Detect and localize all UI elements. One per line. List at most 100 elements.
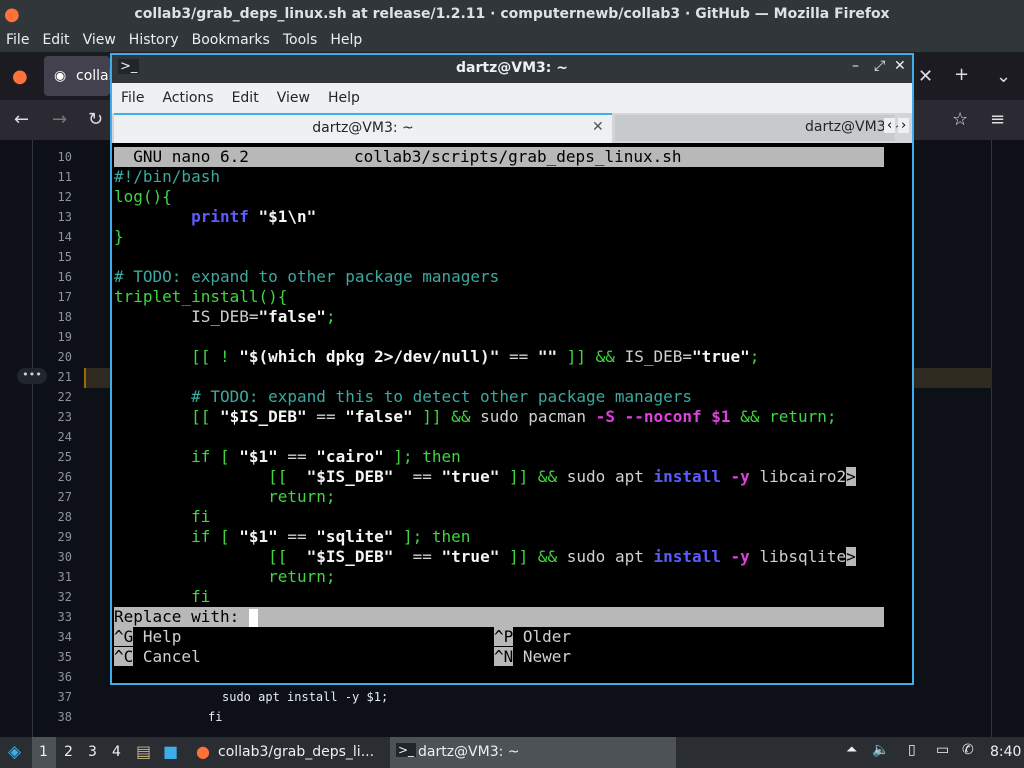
close-icon[interactable]: ✕	[894, 58, 906, 74]
shortcut-label: Cancel	[133, 647, 201, 666]
workspace-1[interactable]: 1	[39, 744, 48, 760]
nano-editor[interactable]: GNU nano 6.2 collab3/scripts/grab_deps_li…	[112, 143, 912, 683]
line-number[interactable]: 31	[40, 570, 72, 584]
code-line: [[ "$IS_DEB" == "false" ]] && sudo pacma…	[191, 407, 837, 426]
workspace-2[interactable]: 2	[64, 744, 73, 760]
reload-icon[interactable]: ↻	[88, 109, 103, 130]
notifications-icon[interactable]: ✆	[962, 742, 974, 758]
menu-view[interactable]: View	[77, 30, 123, 48]
line-number[interactable]: 27	[40, 490, 72, 504]
new-tab-icon[interactable]: +	[954, 64, 969, 85]
shortcut-newer[interactable]: ^N Newer	[494, 647, 571, 667]
terminal-tab[interactable]: dartz@VM3: ~	[615, 115, 907, 141]
line-number[interactable]: 34	[40, 630, 72, 644]
app-launcher-icon[interactable]: ◈	[8, 742, 21, 762]
line-number[interactable]: 22	[40, 390, 72, 404]
menu-file[interactable]: File	[0, 30, 36, 48]
code-text: sudo apt install -y $1;	[222, 690, 389, 704]
line-number[interactable]: 25	[40, 450, 72, 464]
terminal-menubar: File Actions Edit View Help	[112, 83, 912, 113]
menu-help[interactable]: Help	[324, 30, 369, 48]
terminal-task[interactable]: dartz@VM3: ~	[418, 744, 520, 760]
code-line: return;	[114, 567, 336, 586]
menu-history[interactable]: History	[123, 30, 186, 48]
line-number[interactable]: 23	[40, 410, 72, 424]
line-number[interactable]: 32	[40, 590, 72, 604]
terminal-task-icon: >_	[396, 743, 417, 757]
firefox-task[interactable]: collab3/grab_deps_li...	[218, 744, 374, 760]
nano-header: GNU nano 6.2 collab3/scripts/grab_deps_li…	[114, 147, 884, 167]
line-number[interactable]: 19	[40, 330, 72, 344]
line-number[interactable]: 17	[40, 290, 72, 304]
menu-edit[interactable]: Edit	[223, 83, 268, 106]
line-number[interactable]: 14	[40, 230, 72, 244]
firefox-titlebar: ● collab3/grab_deps_linux.sh at release/…	[0, 0, 1024, 30]
shortcut-key: ^G	[114, 627, 134, 646]
terminal-tab-active[interactable]: dartz@VM3: ~ ✕	[114, 113, 612, 143]
line-number[interactable]: 33	[40, 610, 72, 624]
menu-help[interactable]: Help	[319, 83, 369, 106]
app-menu-icon[interactable]: ≡	[990, 109, 1005, 130]
firefox-view-icon[interactable]: ●	[12, 66, 28, 87]
minimize-icon[interactable]: –	[852, 58, 859, 74]
scroll-tabs-right-icon[interactable]: ›	[898, 118, 910, 133]
shortcut-cancel[interactable]: ^C Cancel	[114, 647, 201, 667]
file-manager-icon[interactable]: ▤	[136, 742, 151, 761]
line-number[interactable]: 12	[40, 190, 72, 204]
maximize-icon[interactable]: ⤢	[874, 58, 885, 74]
shortcut-key: ^C	[114, 647, 134, 666]
close-tab-icon[interactable]: ✕	[918, 66, 933, 87]
line-number[interactable]: 37	[40, 690, 72, 704]
close-tab-icon[interactable]: ✕	[592, 119, 604, 135]
code-line: [[ "$IS_DEB" == "true" ]] && sudo apt in…	[268, 467, 856, 486]
menu-actions[interactable]: Actions	[153, 83, 222, 106]
list-tabs-icon[interactable]: ⌄	[996, 66, 1011, 87]
line-number[interactable]: 11	[40, 170, 72, 184]
workspace-4[interactable]: 4	[112, 744, 121, 760]
back-icon[interactable]: ←	[14, 109, 29, 130]
workspace-3[interactable]: 3	[88, 744, 97, 760]
bookmark-star-icon[interactable]: ☆	[952, 109, 968, 130]
line-number[interactable]: 13	[40, 210, 72, 224]
network-icon[interactable]: ▭	[936, 742, 949, 758]
terminal-window: >_ dartz@VM3: ~ – ⤢ ✕ File Actions Edit Vie…	[110, 53, 914, 685]
line-number[interactable]: 29	[40, 530, 72, 544]
line-number[interactable]: 38	[40, 710, 72, 724]
line-number[interactable]: 30	[40, 550, 72, 564]
text-cursor	[248, 608, 258, 627]
code-line: }	[114, 227, 124, 246]
line-number[interactable]: 16	[40, 270, 72, 284]
line-number[interactable]: 21	[40, 370, 72, 384]
code-line: [[ "$IS_DEB" == "true" ]] && sudo apt in…	[268, 547, 856, 566]
code-line: triplet_install(){	[114, 287, 288, 306]
menu-view[interactable]: View	[268, 83, 319, 106]
menu-file[interactable]: File	[112, 83, 153, 106]
line-number[interactable]: 15	[40, 250, 72, 264]
nano-version: GNU nano 6.2	[114, 147, 249, 166]
shortcut-key: ^P	[494, 627, 514, 646]
scroll-tabs-left-icon[interactable]: ‹	[884, 118, 896, 133]
github-tab[interactable]: ◉ collab	[44, 56, 118, 96]
shortcut-help[interactable]: ^G Help	[114, 627, 181, 647]
line-number[interactable]: 24	[40, 430, 72, 444]
line-number[interactable]: 35	[40, 650, 72, 664]
menu-edit[interactable]: Edit	[36, 30, 76, 48]
shortcut-older[interactable]: ^P Older	[494, 627, 571, 647]
code-line: [[ ! "$(which dpkg 2>/dev/null)" == "" ]…	[191, 347, 760, 366]
line-number[interactable]: 18	[40, 310, 72, 324]
shortcut-key: ^N	[494, 647, 514, 666]
replace-prompt[interactable]: Replace with:	[114, 607, 884, 627]
show-desktop-icon[interactable]: ■	[163, 742, 178, 761]
menu-tools[interactable]: Tools	[277, 30, 325, 48]
line-number[interactable]: 36	[40, 670, 72, 684]
tray-up-icon[interactable]: ⏶	[846, 742, 857, 758]
line-number[interactable]: 10	[40, 150, 72, 164]
menu-bookmarks[interactable]: Bookmarks	[186, 30, 277, 48]
line-number[interactable]: 20	[40, 350, 72, 364]
line-number[interactable]: 26	[40, 470, 72, 484]
line-number[interactable]: 28	[40, 510, 72, 524]
forward-icon[interactable]: →	[52, 109, 67, 130]
code-line: return;	[114, 487, 336, 506]
volume-icon[interactable]: 🔈	[872, 742, 889, 758]
clipboard-icon[interactable]: ▯	[908, 742, 916, 758]
